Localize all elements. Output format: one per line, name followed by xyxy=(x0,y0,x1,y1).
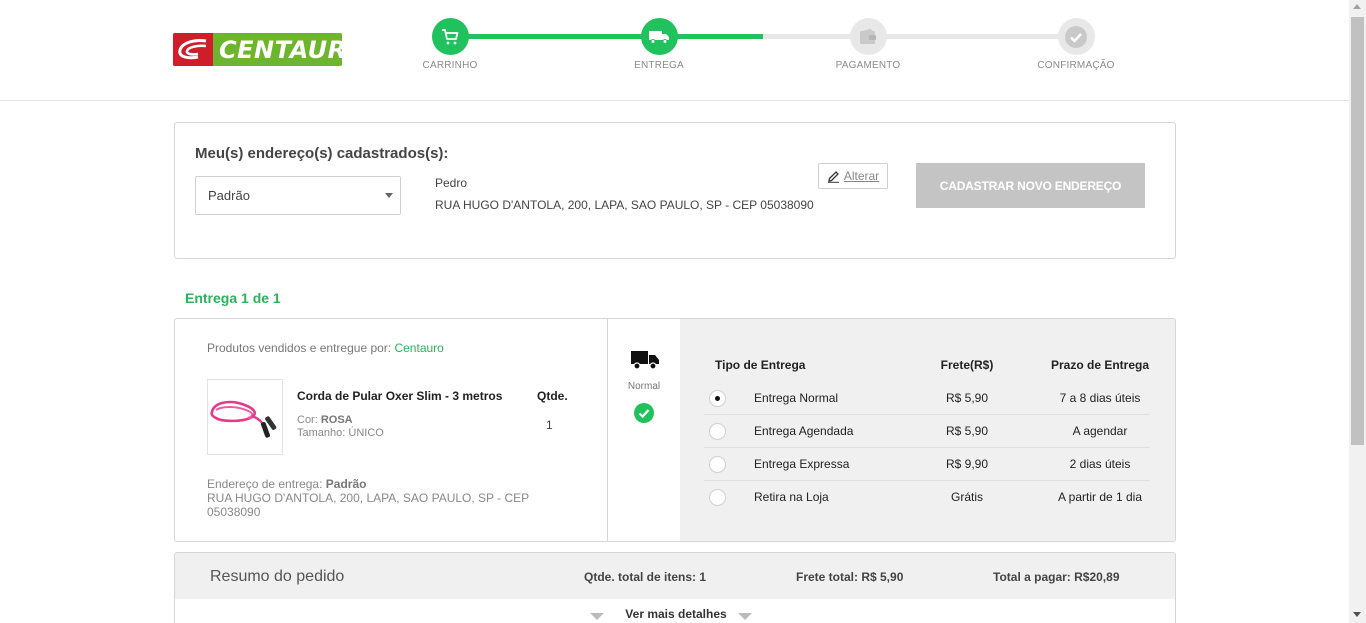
quantity-header: Qtde. xyxy=(537,389,568,403)
delivery-option-normal[interactable]: Entrega Normal R$ 5,90 7 a 8 dias úteis xyxy=(704,382,1150,415)
address-recipient: Pedro xyxy=(435,176,468,190)
truck-icon xyxy=(631,351,659,370)
product-name[interactable]: Corda de Pular Oxer Slim - 3 metros xyxy=(297,389,502,403)
pencil-icon xyxy=(827,170,839,183)
centauro-logo[interactable]: CENTAURO xyxy=(173,33,342,66)
quantity-value: 1 xyxy=(546,418,553,432)
delivery-options: Tipo de Entrega Frete(R$) Prazo de Entre… xyxy=(680,319,1175,541)
addresses-title: Meu(s) endereço(s) cadastrados(s): xyxy=(195,145,449,162)
product-size: Tamanho: ÚNICO xyxy=(297,427,384,439)
registered-addresses-panel: Meu(s) endereço(s) cadastrados(s): Padrã… xyxy=(174,122,1176,259)
shipping-address-line: RUA HUGO D'ANTOLA, 200, LAPA, SAO PAULO,… xyxy=(207,491,529,519)
product-color-value: ROSA xyxy=(320,414,353,426)
seller-link[interactable]: Centauro xyxy=(394,341,443,355)
step-cart: CARRINHO xyxy=(390,18,510,71)
logo-wordmark: CENTAURO xyxy=(219,36,342,64)
option-term: A partir de 1 dia xyxy=(1057,490,1143,504)
step-label: CONFIRMAÇÃO xyxy=(1037,60,1115,71)
option-name: Entrega Normal xyxy=(754,391,839,405)
sold-by-label: Produtos vendidos e entregue por: xyxy=(207,341,392,355)
wallet-icon xyxy=(849,18,887,55)
delivery-option-express[interactable]: Entrega Expressa R$ 9,90 2 dias úteis xyxy=(704,448,1150,481)
step-label: PAGAMENTO xyxy=(835,60,901,71)
order-summary-title: Resumo do pedido xyxy=(210,568,345,585)
check-circle-icon xyxy=(1057,18,1095,55)
options-type-header: Tipo de Entrega xyxy=(715,358,806,372)
product-color-label: Cor: xyxy=(297,414,318,426)
address-select[interactable]: Padrão xyxy=(195,176,401,215)
shipping-address-prefix: Endereço de entrega: xyxy=(207,477,323,491)
shipping-address-name: Padrão xyxy=(325,477,367,491)
option-name: Retira na Loja xyxy=(754,490,829,504)
chevron-down-icon xyxy=(385,193,393,198)
options-term-header: Prazo de Entrega xyxy=(1050,358,1150,372)
delivery-mode-label: Normal xyxy=(627,381,661,392)
delivery-option-store-pickup[interactable]: Retira na Loja Grátis A partir de 1 dia xyxy=(704,481,1150,514)
shipping-address-label: Endereço de entrega: Padrão xyxy=(207,477,366,491)
delivery-option-scheduled[interactable]: Entrega Agendada R$ 5,90 A agendar xyxy=(704,415,1150,448)
see-more-details-link[interactable]: Ver mais detalhes xyxy=(175,607,1175,621)
step-delivery: ENTREGA xyxy=(599,18,719,71)
option-price: R$ 9,90 xyxy=(945,457,989,471)
radio-selected[interactable] xyxy=(709,390,726,407)
product-color: Cor: ROSA xyxy=(297,414,353,426)
delivery-panel: Produtos vendidos e entregue por: Centau… xyxy=(174,318,1176,542)
option-term: A agendar xyxy=(1072,424,1128,438)
cart-icon xyxy=(431,18,469,55)
scrollbar-thumb[interactable] xyxy=(1351,17,1364,445)
product-image[interactable] xyxy=(207,379,283,455)
product-size-label: Tamanho: xyxy=(297,427,346,439)
scrollbar[interactable] xyxy=(1349,0,1366,623)
register-new-address-button[interactable]: CADASTRAR NOVO ENDEREÇO xyxy=(916,163,1145,208)
scroll-up-arrow[interactable] xyxy=(1353,4,1361,9)
truck-icon xyxy=(640,18,678,55)
scroll-down-arrow[interactable] xyxy=(1353,612,1361,617)
option-name: Entrega Expressa xyxy=(754,457,850,471)
option-price: Grátis xyxy=(950,490,983,504)
checkout-page: CENTAURO CARRINHO ENTREGA PAGAMENTO xyxy=(0,0,1366,623)
options-price-header: Frete(R$) xyxy=(940,358,994,372)
address-line: RUA HUGO D'ANTOLA, 200, LAPA, SAO PAULO,… xyxy=(435,198,814,212)
step-confirmation: CONFIRMAÇÃO xyxy=(1016,18,1136,71)
sold-by-text: Produtos vendidos e entregue por: Centau… xyxy=(207,341,444,355)
step-label: CARRINHO xyxy=(422,60,478,71)
delivery-title: Entrega 1 de 1 xyxy=(185,290,281,306)
product-size-value: ÚNICO xyxy=(348,427,384,439)
logo-swoosh-icon xyxy=(173,33,213,66)
edit-address-button[interactable]: Alterar xyxy=(818,163,888,189)
step-payment: PAGAMENTO xyxy=(808,18,928,71)
chevron-down-icon xyxy=(738,613,752,620)
order-summary-bar: Resumo do pedido Qtde. total de itens: 1… xyxy=(175,553,1175,599)
option-price: R$ 5,90 xyxy=(945,424,989,438)
shipping-total: Frete total: R$ 5,90 xyxy=(796,570,904,584)
header: CENTAURO CARRINHO ENTREGA PAGAMENTO xyxy=(0,0,1349,101)
radio[interactable] xyxy=(709,489,726,506)
order-summary: Resumo do pedido Qtde. total de itens: 1… xyxy=(174,552,1176,623)
step-label: ENTREGA xyxy=(634,60,684,71)
radio[interactable] xyxy=(709,423,726,440)
check-circle-icon xyxy=(634,403,654,423)
total-items: Qtde. total de itens: 1 xyxy=(584,570,707,584)
address-select-value: Padrão xyxy=(208,188,250,203)
option-term: 7 a 8 dias úteis xyxy=(1059,391,1141,405)
option-price: R$ 5,90 xyxy=(945,391,989,405)
delivery-mode: Normal xyxy=(608,319,680,541)
option-term: 2 dias úteis xyxy=(1069,457,1131,471)
option-name: Entrega Agendada xyxy=(754,424,854,438)
radio[interactable] xyxy=(709,456,726,473)
amount-due: Total a pagar: R$20,89 xyxy=(993,570,1120,584)
edit-address-label: Alterar xyxy=(843,169,880,183)
